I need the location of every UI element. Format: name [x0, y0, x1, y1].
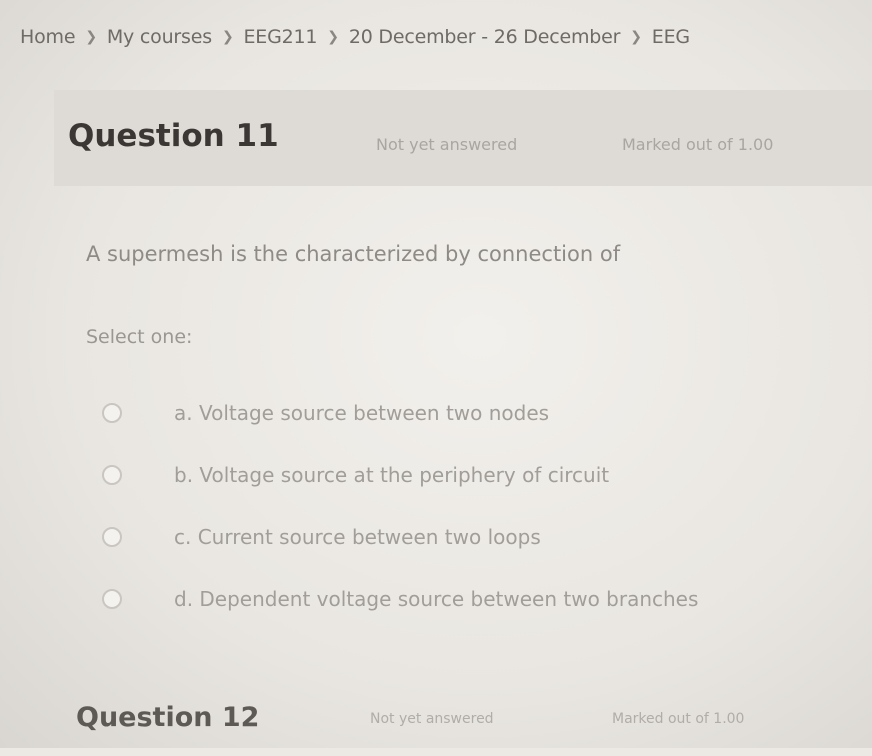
question-11-info: Question 11 Not yet answered Marked out …	[54, 90, 872, 186]
question-11-title: Question 11	[68, 118, 279, 154]
breadcrumb-course[interactable]: EEG211	[243, 26, 317, 48]
answer-option-b-label: b. Voltage source at the periphery of ci…	[174, 463, 610, 487]
chevron-right-icon: ❯	[630, 29, 642, 45]
radio-button-d[interactable]	[102, 589, 122, 609]
question-12-title: Question 12	[76, 702, 260, 733]
answer-option-a[interactable]: a. Voltage source between two nodes	[102, 382, 698, 444]
question-12-grade: Marked out of 1.00	[612, 711, 745, 727]
chevron-right-icon: ❯	[327, 29, 339, 45]
question-11-state: Not yet answered	[376, 135, 518, 154]
answer-option-d-label: d. Dependent voltage source between two …	[174, 587, 699, 611]
chevron-right-icon: ❯	[85, 29, 97, 45]
answer-option-a-label: a. Voltage source between two nodes	[174, 401, 550, 425]
radio-button-b[interactable]	[102, 465, 122, 485]
chevron-right-icon: ❯	[221, 29, 234, 45]
answer-option-b[interactable]: b. Voltage source at the periphery of ci…	[102, 444, 698, 506]
breadcrumb-my-courses[interactable]: My courses	[107, 26, 212, 48]
answer-options: a. Voltage source between two nodes b. V…	[102, 382, 698, 630]
question-12-state: Not yet answered	[370, 711, 494, 727]
question-11-text: A supermesh is the characterized by conn…	[86, 242, 621, 266]
question-11-grade: Marked out of 1.00	[622, 135, 774, 154]
question-12-info: Question 12 Not yet answered Marked out …	[54, 686, 872, 756]
breadcrumb-quiz[interactable]: EEG	[652, 26, 690, 48]
radio-button-c[interactable]	[102, 527, 122, 547]
radio-button-a[interactable]	[102, 403, 122, 423]
answer-option-d[interactable]: d. Dependent voltage source between two …	[102, 568, 698, 630]
breadcrumb: Home ❯ My courses ❯ EEG211 ❯ 20 December…	[20, 26, 690, 48]
answer-option-c[interactable]: c. Current source between two loops	[102, 506, 698, 568]
breadcrumb-home[interactable]: Home	[20, 26, 76, 48]
select-one-prompt: Select one:	[86, 326, 193, 348]
breadcrumb-week[interactable]: 20 December - 26 December	[349, 26, 621, 48]
answer-option-c-label: c. Current source between two loops	[174, 525, 541, 549]
